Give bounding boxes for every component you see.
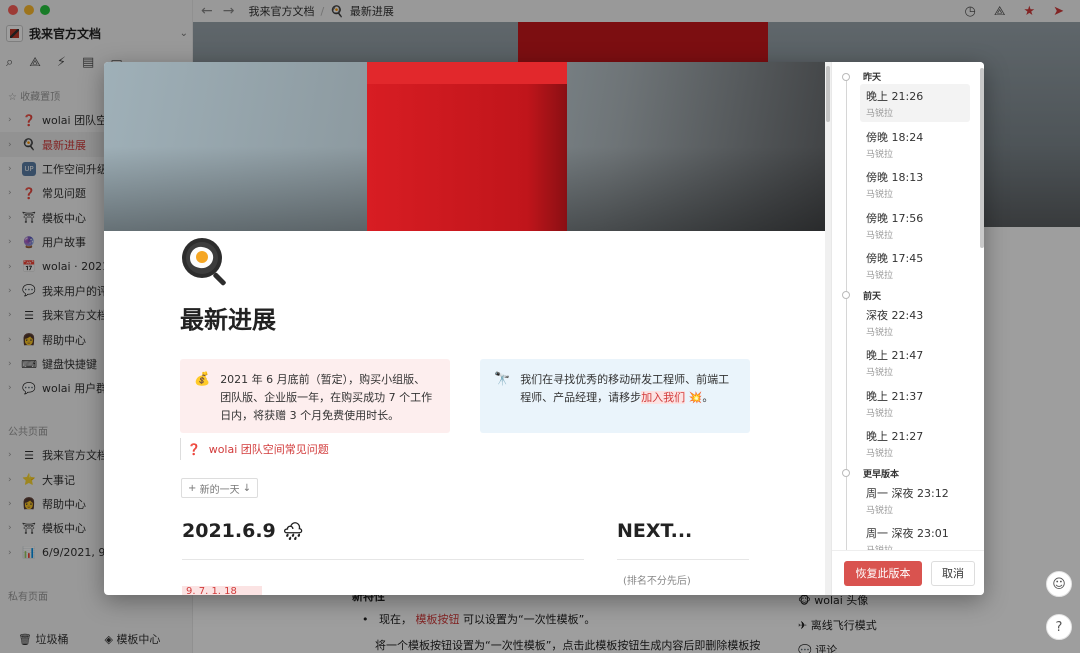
frying-pan-icon (182, 238, 226, 286)
version-item[interactable]: 深夜 22:43 马锐拉 (860, 303, 970, 341)
help-icon[interactable]: ? (1046, 614, 1072, 640)
join-us-link[interactable]: 加入我们 (641, 391, 686, 404)
cancel-button[interactable]: 取消 (931, 560, 975, 586)
version-item[interactable]: 周一 深夜 23:01 马锐拉 (860, 521, 970, 550)
version-author: 马锐拉 (866, 505, 894, 516)
date-chip: 9. 7. 1. 18 (182, 586, 262, 595)
timeline-dot-icon (842, 469, 850, 477)
version-item[interactable]: 傍晚 18:24 马锐拉 (860, 125, 970, 163)
next-heading: NEXT... (617, 520, 693, 542)
version-group-label: 昨天 (842, 70, 881, 83)
plus-icon: + (188, 482, 197, 494)
version-actions: 恢复此版本 取消 (832, 550, 984, 595)
new-day-button[interactable]: + 新的一天 ↓ (181, 478, 259, 498)
version-time: 傍晚 18:24 (866, 130, 924, 144)
version-author: 马锐拉 (866, 327, 894, 338)
version-group-label: 前天 (842, 289, 881, 302)
version-author: 马锐拉 (866, 190, 894, 200)
version-author: 马锐拉 (866, 449, 894, 459)
version-time: 晚上 21:37 (866, 389, 924, 403)
version-item[interactable]: 晚上 21:37 马锐拉 (860, 384, 970, 422)
page-title: 最新进展 (180, 306, 276, 334)
timeline-dot-icon (842, 291, 850, 299)
version-item[interactable]: 晚上 21:27 马锐拉 (860, 424, 970, 462)
version-item[interactable]: 傍晚 17:45 马锐拉 (860, 246, 970, 284)
money-bag-icon: 💰 (194, 372, 211, 387)
version-author: 马锐拉 (866, 408, 894, 419)
hiring-callout: 🔭 我们在寻找优秀的移动研发工程师、前端工程师、产品经理，请移步加入我们 💥。 (480, 359, 750, 433)
version-author: 马锐拉 (866, 368, 894, 378)
version-author: 马锐拉 (866, 230, 894, 241)
divider (617, 559, 749, 560)
faq-link[interactable]: ❓ wolai 团队空间常见问题 (180, 438, 329, 460)
question-icon: ❓ (187, 442, 201, 456)
divider (182, 559, 584, 560)
version-author: 马锐拉 (866, 109, 894, 119)
version-item[interactable]: 晚上 21:26 马锐拉 (860, 84, 970, 122)
preview-cover-image (104, 62, 825, 231)
version-time: 傍晚 18:13 (866, 171, 924, 184)
version-time: 深夜 22:43 (866, 308, 924, 322)
next-note: (排名不分先后) (623, 576, 691, 587)
version-preview: 最新进展 💰 2021 年 6 月底前（暂定），购买小组版、团队版、企业版一年，… (104, 62, 825, 595)
version-time: 傍晚 17:45 (866, 252, 924, 265)
version-author: 马锐拉 (866, 271, 894, 281)
version-item[interactable]: 周一 深夜 23:12 马锐拉 (860, 481, 970, 519)
version-time: 晚上 21:26 (866, 90, 924, 103)
version-group-label: 更早版本 (842, 467, 899, 480)
arrow-down-icon: ↓ (242, 482, 252, 494)
version-list-panel: 昨天 晚上 21:26 马锐拉 傍晚 18:24 马锐拉 傍晚 18:13 马锐拉 傍晚 17… (831, 62, 984, 595)
version-time: 周一 深夜 23:12 (866, 486, 949, 500)
version-item[interactable]: 晚上 21:47 马锐拉 (860, 343, 970, 381)
version-time: 晚上 21:27 (866, 430, 924, 443)
version-time: 周一 深夜 23:01 (866, 527, 949, 540)
version-list: 昨天 晚上 21:26 马锐拉 傍晚 18:24 马锐拉 傍晚 18:13 马锐拉 傍晚 17… (832, 62, 979, 550)
version-time: 傍晚 17:56 (866, 211, 924, 225)
rain-cloud-icon: 🌧 (282, 522, 304, 542)
version-time: 晚上 21:47 (866, 349, 924, 362)
timeline-dot-icon (842, 72, 850, 81)
version-list-scrollbar[interactable] (979, 62, 984, 550)
restore-version-button[interactable]: 恢复此版本 (844, 560, 922, 586)
version-item[interactable]: 傍晚 18:13 马锐拉 (860, 165, 970, 203)
version-item[interactable]: 傍晚 17:56 马锐拉 (860, 206, 970, 244)
promo-callout: 💰 2021 年 6 月底前（暂定），购买小组版、团队版、企业版一年，在购买成功… (180, 359, 450, 433)
chat-support-icon[interactable]: ☺ (1046, 571, 1072, 597)
version-author: 马锐拉 (866, 543, 964, 550)
date-heading: 2021.6.9 🌧 (182, 520, 304, 542)
telescope-icon: 🔭 (494, 372, 511, 387)
version-history-dialog: 最新进展 💰 2021 年 6 月底前（暂定），购买小组版、团队版、企业版一年，… (104, 62, 984, 595)
version-author: 马锐拉 (866, 149, 894, 160)
